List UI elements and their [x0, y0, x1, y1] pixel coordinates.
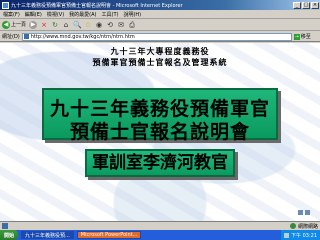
prev-slide-icon[interactable]: [298, 210, 303, 215]
close-button[interactable]: ×: [311, 1, 319, 9]
address-label: 網址(D): [2, 34, 20, 40]
toolbar: ◀ 上一頁 ▶ × ↻ ⌂ 🔍 ☆ ◉ ⟲ ✉ ⎙: [0, 19, 320, 31]
title-banner: 九十三年義務役預備軍官 預備士官報名說明會: [42, 88, 278, 143]
forward-button[interactable]: ▶: [29, 20, 38, 30]
slide-heading-line2: 預備軍官預備士官報名及管理系統: [92, 57, 228, 67]
clock: 下午 03:21: [291, 232, 317, 239]
taskbar-item-powerpoint[interactable]: Microsoft PowerPoint...: [76, 231, 142, 239]
ie-icon: [2, 1, 9, 9]
tray-icon[interactable]: [284, 232, 289, 238]
system-tray: 下午 03:21: [281, 230, 320, 240]
mail-icon[interactable]: ✉: [117, 21, 125, 29]
forward-arrow-icon: ▶: [29, 20, 38, 29]
zone-label: 網際網路: [297, 223, 318, 230]
media-icon[interactable]: ◉: [95, 21, 103, 29]
slide-heading-line1: 九十三年大專程度義務役: [110, 46, 210, 56]
address-field[interactable]: [21, 32, 292, 41]
address-input[interactable]: [30, 33, 271, 40]
presenter-banner: 軍訓室李濟河教官: [85, 149, 235, 177]
back-arrow-icon: ◀: [2, 20, 10, 29]
back-label: 上一頁: [11, 22, 27, 28]
status-page-icon: [2, 223, 8, 229]
page-content: 九十三年大專程度義務役 預備軍官預備士官報名及管理系統 九十三年義務役預備軍官 …: [0, 43, 320, 221]
menu-favorites[interactable]: 我的最愛(A): [69, 11, 96, 18]
maximize-button[interactable]: □: [302, 1, 310, 9]
minimize-button[interactable]: _: [293, 1, 301, 9]
menu-bar: 檔案(F) 編輯(E) 檢視(V) 我的最愛(A) 工具(T) 說明(H): [0, 10, 320, 19]
window-controls: _ □ ×: [293, 1, 319, 9]
menu-view[interactable]: 檢視(V): [47, 11, 64, 18]
internet-zone-icon: [289, 223, 296, 229]
banner-line2: 預備士官報名說明會: [69, 121, 250, 143]
history-icon[interactable]: ⟲: [106, 21, 114, 29]
go-arrow-icon: →: [293, 33, 300, 40]
go-label: 移至: [300, 34, 311, 40]
window-title-bar: 九十三年義務役預備軍官預備士官報名說明會 - Microsoft Interne…: [0, 0, 320, 10]
home-icon[interactable]: ⌂: [62, 21, 70, 29]
favorites-icon[interactable]: ☆: [84, 21, 92, 29]
search-icon[interactable]: 🔍: [73, 21, 82, 29]
back-button[interactable]: ◀ 上一頁: [2, 20, 26, 30]
next-slide-icon[interactable]: [305, 210, 310, 215]
security-zone: 網際網路: [289, 223, 318, 230]
status-bar: 網際網路: [0, 221, 320, 230]
taskbar-item-ie[interactable]: 九十三年義務役預...: [21, 231, 74, 239]
menu-edit[interactable]: 編輯(E): [25, 11, 42, 18]
page-icon: [23, 34, 29, 39]
menu-help[interactable]: 說明(H): [123, 11, 141, 18]
window-title: 九十三年義務役預備軍官預備士官報名說明會 - Microsoft Interne…: [11, 2, 183, 9]
menu-tools[interactable]: 工具(T): [102, 11, 119, 18]
address-bar: 網址(D) → 移至: [0, 32, 320, 42]
start-button[interactable]: 開始: [0, 230, 19, 240]
refresh-icon[interactable]: ↻: [51, 21, 59, 29]
taskbar: 開始 九十三年義務役預... Microsoft PowerPoint... 下…: [0, 230, 320, 240]
stop-icon[interactable]: ×: [40, 21, 48, 29]
slide-nav: [298, 210, 310, 215]
go-button[interactable]: → 移至: [293, 33, 311, 40]
print-icon[interactable]: ⎙: [128, 21, 136, 29]
menu-file[interactable]: 檔案(F): [3, 11, 20, 18]
